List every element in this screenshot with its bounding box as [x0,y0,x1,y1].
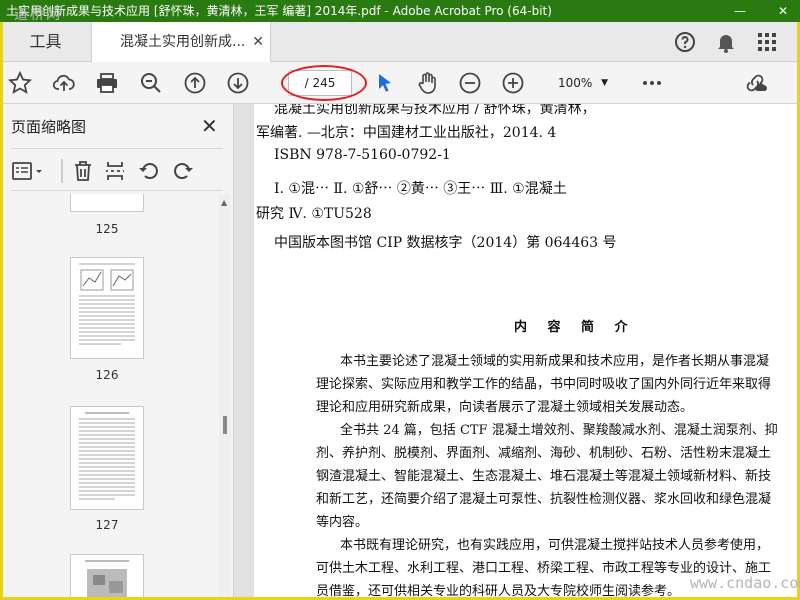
delete-page-icon[interactable] [71,159,95,183]
scroll-up-arrow[interactable]: ▲ [221,198,227,207]
tab-bar: 工具 混凝土实用创新成... ✕ [3,22,797,62]
bookmark-star-icon[interactable] [8,71,32,95]
divider [11,190,223,191]
body-line: 和新工艺，还简要介绍了混凝土可泵性、抗裂性检测仪器、浆水回收和绿色混凝 [316,492,772,507]
chevron-down-icon: ▼ [601,78,608,88]
page-thumbnail-128[interactable] [70,554,144,597]
toolbar-separator [61,159,63,183]
isbn-line: ISBN 978-7-5160-0792-1 [274,147,451,163]
apps-grid-icon[interactable] [755,30,779,54]
section-heading: 内 容 简 介 [514,320,636,335]
body-line: 理论和应用研究新成果，向读者展示了混凝土领域相关发展动态。 [316,400,694,415]
body-line: 全书共 24 篇，包括 CTF 混凝土增效剂、聚羧酸减水剂、混凝土润泵剂、抑 [340,423,778,438]
thumbnail-toolbar [3,154,234,188]
window-title-bar: 土实用创新成果与技术应用 [舒怀珠，黄清林，王军 编著] 2014年.pdf -… [0,0,800,22]
body-line: 理论探索、实际应用和教学工作的结晶，书中同时吸收了国内外同行近年来取得 [316,377,772,392]
tab-document[interactable]: 混凝土实用创新成... ✕ [91,22,271,62]
rotate-cw-icon[interactable] [171,159,195,183]
thumbnail-scrollbar[interactable]: ▲ [219,194,231,597]
page-thumbnail-126[interactable] [70,257,144,359]
minimize-button[interactable]: — [730,0,750,22]
page-down-icon[interactable] [226,71,250,95]
thumbnail-list: 125 126 127 [3,194,218,597]
body-line: 本书主要论述了混凝土领域的实用新成果和技术应用，是作者长期从事混凝 [340,354,770,369]
zoom-in-icon[interactable] [501,71,525,95]
print-icon[interactable] [95,71,119,95]
cip-number-line: 中国版本图书馆 CIP 数据核字（2014）第 064463 号 [274,235,617,251]
panel-title: 页面缩略图 [11,118,87,136]
tab-document-label: 混凝土实用创新成... [120,34,246,50]
notification-bell-icon[interactable] [714,30,738,54]
body-line: 剂、养护剂、脱模剂、界面剂、减缩剂、海砂、机制砂、石粉、活性粉末混凝土 [316,446,772,461]
zoom-level-value: 100% [558,76,593,90]
window-close-button[interactable]: ✕ [772,0,794,22]
watermark-logo: 道桥网 [14,7,62,23]
page-up-icon[interactable] [183,71,207,95]
thumbnail-label: 126 [95,368,119,382]
pdf-page: 混凝土实用创新成果与技术应用 / 舒怀珠，黄清林， 军编著. —北京：中国建材工… [254,104,797,597]
thumbnail-label: 127 [95,518,119,532]
body-line: 员借鉴，还可供相关专业的科研人员及大专院校师生阅读参考。 [316,584,681,597]
tab-close-button[interactable]: ✕ [252,22,264,62]
page-thumbnails-panel: 页面缩略图 ✕ 125 126 127 ▲ [3,104,234,597]
watermark-url: www.cndao.com [690,574,800,592]
search-zoom-icon[interactable] [139,71,163,95]
select-cursor-icon[interactable] [373,71,397,95]
help-icon[interactable] [673,30,697,54]
cip-line: 军编著. —北京：中国建材工业出版社，2014. 4 [256,125,557,141]
scroll-thumb[interactable] [223,416,227,434]
classification-line: 研究 Ⅳ. ①TU528 [256,206,372,222]
page-thumbnail-127[interactable] [70,406,144,510]
rotate-ccw-icon[interactable] [137,159,161,183]
page-thumbnail-125[interactable] [70,194,144,212]
tab-tools[interactable]: 工具 [3,22,88,62]
cip-line: 混凝土实用创新成果与技术应用 / 舒怀珠，黄清林， [274,104,596,117]
document-view: 混凝土实用创新成果与技术应用 / 舒怀珠，黄清林， 军编著. —北京：中国建材工… [234,104,797,597]
divider [11,148,223,149]
extract-page-icon[interactable] [103,159,127,183]
zoom-level-dropdown[interactable]: 100% ▼ [548,70,614,96]
body-line: 等内容。 [316,515,369,530]
hand-pan-icon[interactable] [415,71,439,95]
body-line: 钢渣混凝土、智能混凝土、生态混凝土、堆石混凝土等混凝土领域新材料、新技 [316,469,772,484]
main-toolbar: / 245 100% ▼ [3,62,797,104]
classification-line: Ⅰ. ①混⋯ Ⅱ. ①舒⋯ ②黄⋯ ③王⋯ Ⅲ. ①混凝土 [274,181,567,197]
upload-cloud-icon[interactable] [52,71,76,95]
thumbnail-options-icon[interactable] [11,159,45,183]
zoom-out-icon[interactable] [458,71,482,95]
share-link-icon[interactable] [743,71,767,95]
thumbnail-label: 125 [95,222,119,236]
window-title: 土实用创新成果与技术应用 [舒怀珠，黄清林，王军 编著] 2014年.pdf -… [6,4,552,18]
body-line: 本书既有理论研究，也有实践应用，可供混凝土搅拌站技术人员参考使用， [340,538,770,553]
annotation-circle [281,65,367,101]
panel-close-button[interactable]: ✕ [201,114,218,138]
more-options-icon[interactable] [640,71,664,95]
